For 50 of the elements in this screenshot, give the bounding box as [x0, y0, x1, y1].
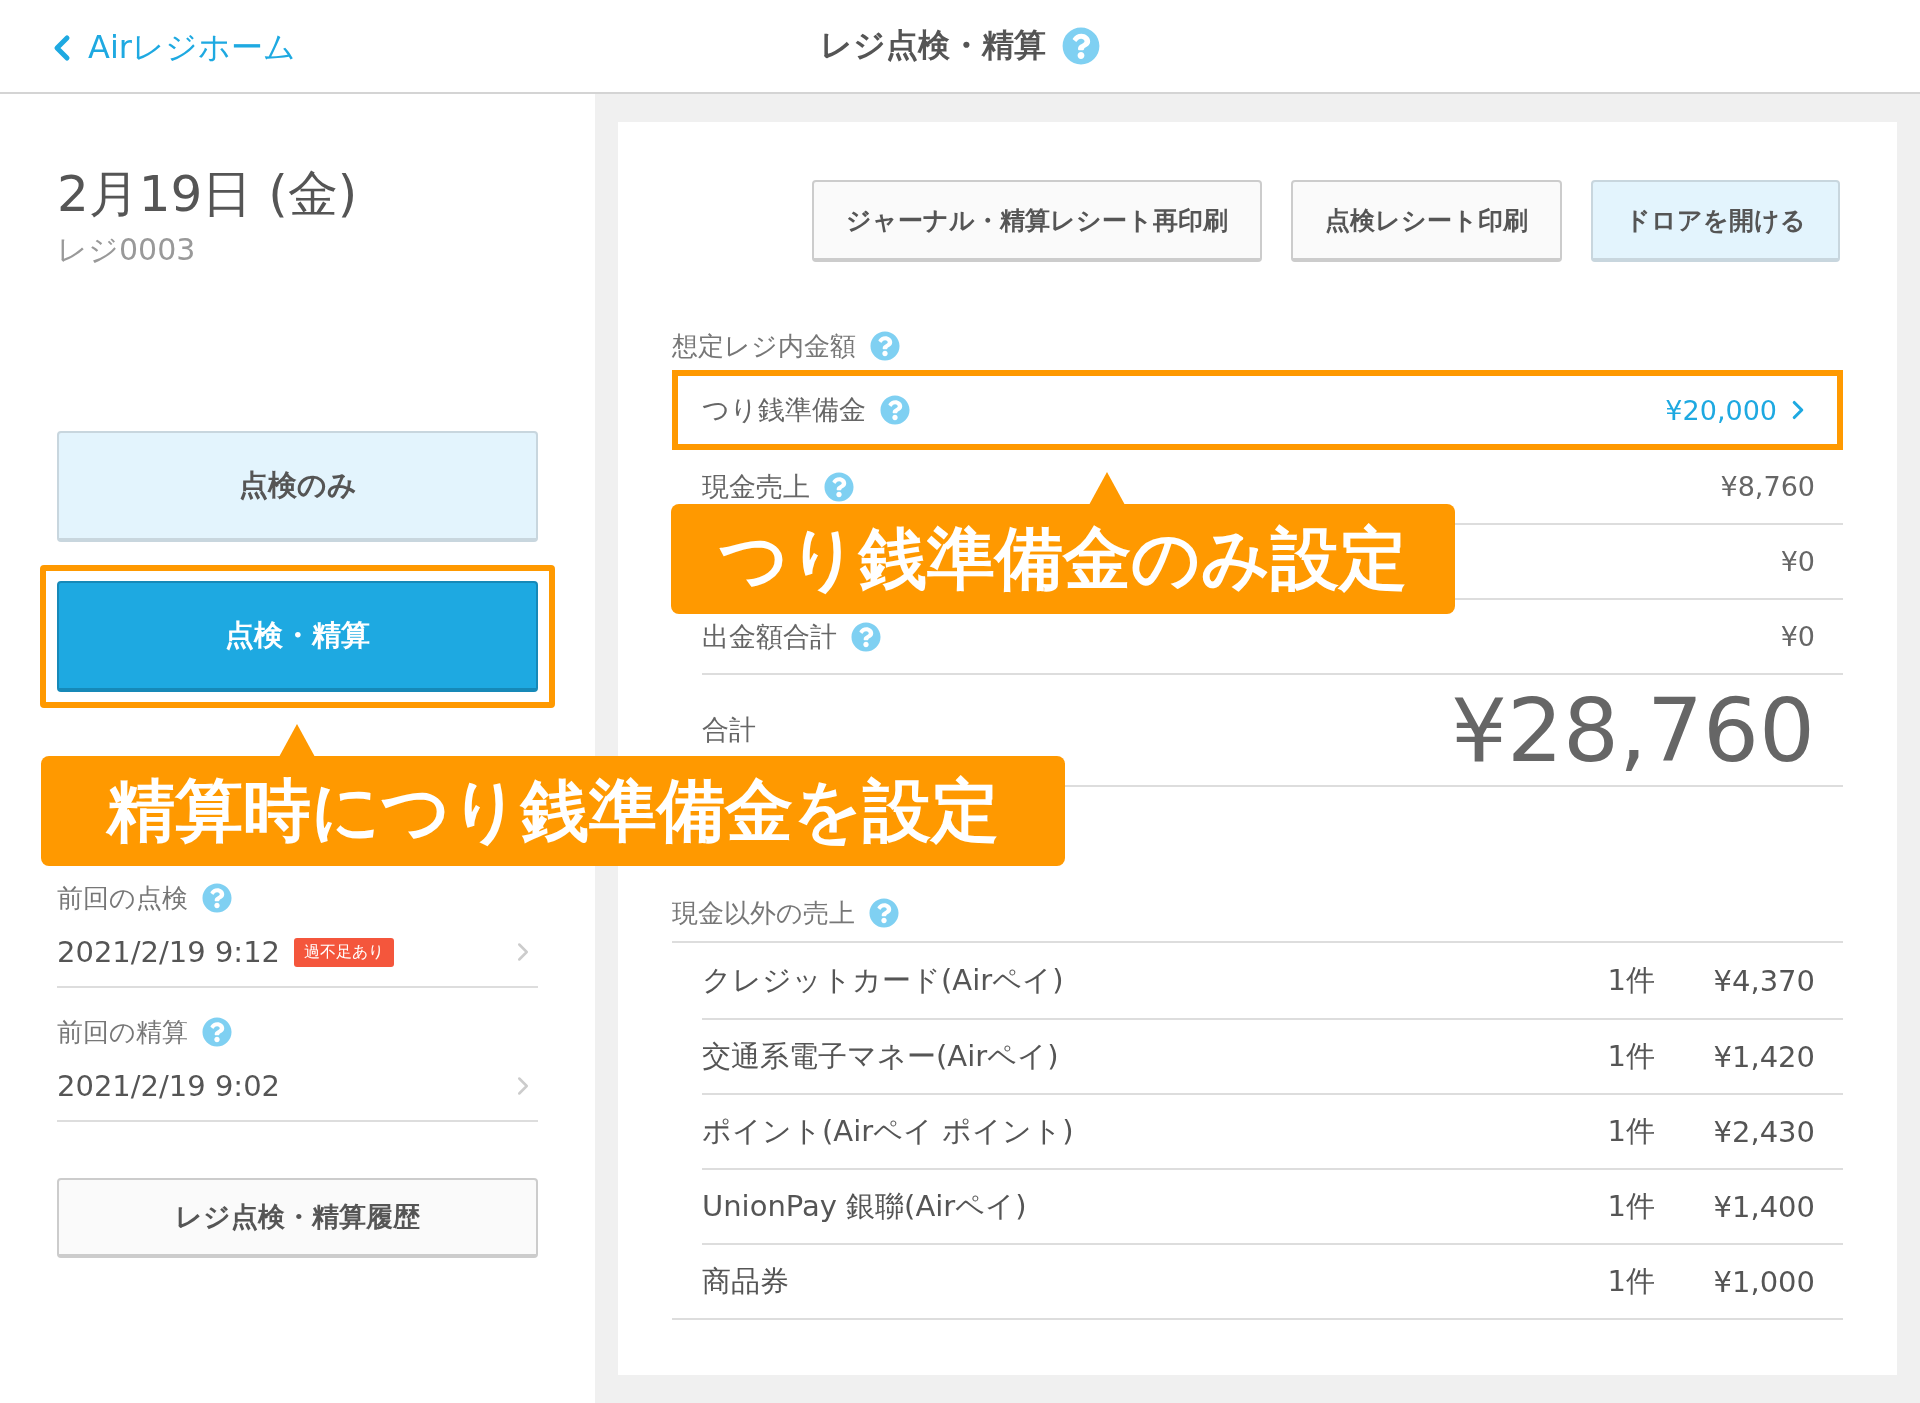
- help-icon[interactable]: [870, 331, 900, 361]
- print-button[interactable]: ジャーナル・精算レシート再印刷: [812, 180, 1262, 262]
- help-icon[interactable]: [202, 883, 232, 913]
- payment-name: 交通系電子マネー(Airペイ): [702, 1037, 1060, 1075]
- callout-banner: つり銭準備金のみ設定: [671, 504, 1455, 614]
- count-value: 1件: [1606, 1112, 1655, 1150]
- amount-value: ¥1,400: [1712, 1189, 1815, 1224]
- history-row[interactable]: 2021/2/19 9:12 過不足あり: [57, 918, 538, 988]
- count-value: 1件: [1606, 961, 1655, 999]
- payment-name: 商品券: [702, 1262, 790, 1300]
- row-label: 現金売上: [702, 469, 810, 504]
- amount-value: ¥0: [1780, 546, 1815, 577]
- amount-value: ¥2,430: [1712, 1114, 1815, 1149]
- page-title: レジ点検・精算: [820, 25, 1046, 66]
- callout-pointer: [279, 724, 315, 757]
- total-label: 合計: [702, 713, 756, 747]
- help-icon[interactable]: [202, 1017, 232, 1047]
- row-label: 出金額合計: [702, 619, 837, 654]
- help-icon[interactable]: [1062, 27, 1100, 65]
- count-value: 1件: [1606, 1262, 1655, 1300]
- print-button[interactable]: ドロアを開ける: [1591, 180, 1840, 262]
- callout-banner: 精算時につり銭準備金を設定: [41, 756, 1065, 866]
- help-icon[interactable]: [880, 395, 910, 425]
- amount-value: ¥0: [1780, 621, 1815, 652]
- count-value: 1件: [1606, 1037, 1655, 1075]
- payment-name: クレジットカード(Airペイ): [702, 961, 1065, 999]
- amount-value: ¥1,420: [1712, 1039, 1815, 1074]
- history-button[interactable]: レジ点検・精算履歴: [57, 1178, 538, 1258]
- section-label: 前回の精算: [57, 1015, 188, 1049]
- section-label: 現金以外の売上: [672, 896, 855, 930]
- count-value: 1件: [1606, 1187, 1655, 1225]
- status-badge: 過不足あり: [294, 937, 395, 967]
- action-button[interactable]: 点検のみ: [57, 431, 538, 542]
- help-icon[interactable]: [869, 898, 899, 928]
- callout-pointer: [1089, 472, 1125, 505]
- amount-value: ¥4,370: [1712, 963, 1815, 998]
- total-value: ¥28,760: [1451, 678, 1815, 782]
- help-icon[interactable]: [851, 621, 881, 652]
- section-label: 想定レジ内金額: [672, 329, 856, 363]
- help-icon[interactable]: [824, 471, 854, 502]
- amount-value: ¥8,760: [1720, 471, 1815, 502]
- amount-value: ¥1,000: [1712, 1264, 1815, 1299]
- section-label: 前回の点検: [57, 881, 188, 915]
- date-heading: 2月19日 (金): [57, 164, 359, 224]
- row-label: つり銭準備金: [702, 393, 866, 427]
- payment-name: UnionPay 銀聯(Airペイ): [702, 1187, 1028, 1225]
- register-label: レジ0003: [57, 231, 197, 269]
- print-button[interactable]: 点検レシート印刷: [1291, 180, 1562, 262]
- history-row[interactable]: 2021/2/19 9:02: [57, 1052, 538, 1122]
- payment-name: ポイント(Airペイ ポイント): [702, 1112, 1075, 1150]
